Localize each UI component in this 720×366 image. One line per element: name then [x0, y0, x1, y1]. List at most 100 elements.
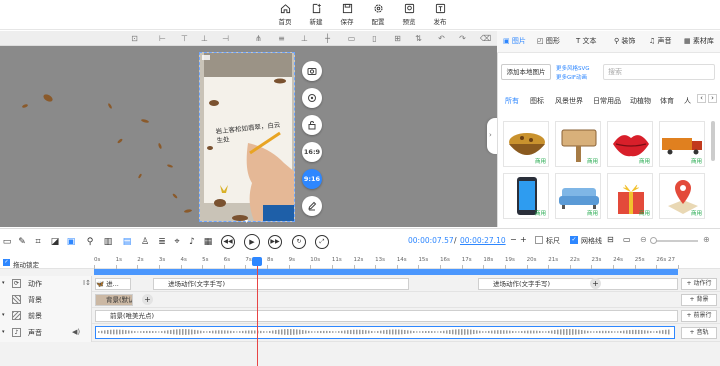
asset-thumb-signboard[interactable]: 商用 [555, 121, 601, 167]
redo-icon[interactable]: ↷ [458, 34, 467, 43]
align-icon[interactable]: ≣ [157, 237, 167, 247]
add-local-image-button[interactable]: 添加本地图片 [501, 64, 551, 80]
zoom-slider-track[interactable] [652, 240, 698, 242]
tab-shapes[interactable]: ◰ 图形 [537, 36, 560, 46]
tab-library[interactable]: ▦ 素材库 [684, 36, 714, 46]
text-voice-icon[interactable]: ⌖ [172, 237, 182, 247]
stage-resize-handle[interactable]: ▾ [245, 219, 251, 225]
playhead-handle[interactable] [252, 257, 262, 266]
zoom-in-icon[interactable]: ⊕ [703, 235, 710, 244]
zoom-out-icon[interactable]: ⊖ [640, 235, 647, 244]
add-background-button[interactable]: + 背景 [681, 294, 717, 306]
stage-frame[interactable]: 岩上客松如翡翠，白云生处 [199, 52, 295, 222]
prev-button[interactable]: ◀◀ [221, 235, 235, 249]
clip-foreground[interactable]: 前景(唯美光点) [95, 310, 678, 322]
tab-sound[interactable]: ♫ 声音 [649, 36, 672, 46]
align-top-icon[interactable]: ⊤ [180, 34, 189, 43]
save-button[interactable]: 保存 [334, 3, 360, 26]
lock-button[interactable] [302, 115, 322, 135]
panel-collapse-handle[interactable]: › [487, 118, 497, 154]
expand-icon[interactable]: ▾ [2, 329, 5, 335]
person-icon[interactable]: ♙ [140, 237, 150, 247]
frame-icon[interactable]: ▤ [122, 237, 132, 247]
drag-lock-checkbox[interactable]: ✓ [3, 259, 10, 266]
edit-button[interactable] [302, 196, 322, 216]
subtitle-icon[interactable]: ▦ [203, 237, 213, 247]
add-action-row-button[interactable]: + 动作行 [681, 278, 717, 290]
asset-thumb-gift[interactable]: 商用 [607, 173, 653, 219]
category-prev-button[interactable]: ‹ [697, 94, 706, 103]
edit-clip-icon[interactable]: ✎ [17, 237, 27, 247]
category-scenery[interactable]: 风景世界 [555, 96, 583, 106]
play-button[interactable]: ▶ [244, 234, 260, 250]
time-ruler[interactable]: 0s 1s 2s 3s 4s 5s 6s 7s 8s 9s 10s 11s 12s 13s 14s 15s 16… [94, 256, 679, 269]
more-gif-link[interactable]: 更多GIF动画 [556, 73, 587, 81]
add-clip-button[interactable]: + [142, 294, 153, 305]
preview-button[interactable]: 预览 [396, 3, 422, 26]
category-sports[interactable]: 体育 [660, 96, 674, 106]
clip-sound[interactable] [95, 326, 675, 339]
zoom-out-button[interactable]: − [510, 235, 517, 244]
category-animals-plants[interactable]: 动植物 [630, 96, 651, 106]
image-edit-icon[interactable]: ▥ [103, 237, 113, 247]
layers-active-icon[interactable]: ▣ [66, 237, 76, 247]
new-button[interactable]: 新建 [303, 3, 329, 26]
category-daily[interactable]: 日常用品 [593, 96, 621, 106]
config-button[interactable]: 配置 [365, 3, 391, 26]
total-time[interactable]: 00:00:27.10 [460, 236, 506, 245]
asset-thumb-sofa[interactable]: 商用 [555, 173, 601, 219]
align-bottom-icon[interactable]: ⊥ [300, 34, 309, 43]
lock-icon[interactable]: ⊡ [130, 34, 139, 43]
align-middle-icon[interactable]: ⊣ [221, 34, 230, 43]
microphone-icon[interactable]: ♪ [187, 237, 197, 247]
ratio-16-9-button[interactable]: 16:9 [302, 142, 322, 162]
asset-thumb-food-bowl[interactable]: 商用 [503, 121, 549, 167]
clip-action-3[interactable]: 进场动作(文字手写) [478, 278, 678, 290]
zoom-icon[interactable]: ⚲ [85, 237, 95, 247]
align-center-icon[interactable]: ⊥ [200, 34, 209, 43]
category-people[interactable]: 人 [684, 96, 691, 106]
distribute-v-icon[interactable]: ≡ [277, 34, 286, 43]
zoom-slider-handle[interactable] [650, 237, 657, 244]
ratio-9-16-button[interactable]: 9:16 [302, 169, 322, 189]
asset-thumb-truck[interactable]: 商用 [659, 121, 705, 167]
same-height-icon[interactable]: ▯ [370, 34, 379, 43]
fullscreen-button[interactable]: ⤢ [315, 235, 329, 249]
playhead-line[interactable] [257, 259, 258, 366]
same-size-icon[interactable]: ⊞ [393, 34, 402, 43]
volume-icon[interactable]: ◀) [72, 328, 80, 336]
layer-icon[interactable]: ◪ [50, 237, 60, 247]
next-button[interactable]: ▶▶ [268, 235, 282, 249]
category-all[interactable]: 所有 [505, 96, 519, 106]
screenshot-button[interactable] [302, 61, 322, 81]
undo-icon[interactable]: ↶ [437, 34, 446, 43]
ruler-checkbox[interactable] [535, 236, 543, 244]
flip-icon[interactable]: ⇅ [414, 34, 423, 43]
delete-icon[interactable]: ⌫ [480, 34, 491, 43]
snap-icon[interactable]: ⊟ [607, 235, 614, 244]
category-icons[interactable]: 图标 [530, 96, 544, 106]
category-next-button[interactable]: › [708, 94, 717, 103]
expand-icon[interactable]: ▾ [2, 312, 5, 318]
fit-icon[interactable]: ▭ [623, 235, 631, 244]
zoom-in-button[interactable]: + [520, 235, 527, 244]
add-clip-button[interactable]: + [590, 278, 601, 289]
asset-thumb-phone[interactable]: 商用 [503, 173, 549, 219]
loop-button[interactable]: ↻ [292, 235, 306, 249]
more-svg-link[interactable]: 更多风格SVG [556, 64, 590, 72]
add-audio-track-button[interactable]: + 音轨 [681, 327, 717, 339]
home-button[interactable]: 首页 [272, 3, 298, 26]
same-width-icon[interactable]: ▭ [347, 34, 356, 43]
crop-icon[interactable]: ⌗ [33, 237, 43, 247]
clip-action-1[interactable]: 🦋 进... [95, 278, 131, 290]
asset-thumb-lips[interactable]: 商用 [607, 121, 653, 167]
align-left-icon[interactable]: ⊢ [158, 34, 167, 43]
panel-scrollbar[interactable] [711, 121, 715, 161]
range-bar[interactable] [94, 269, 678, 275]
add-foreground-row-button[interactable]: + 前景行 [681, 310, 717, 322]
tab-images[interactable]: ▣ 图片 [503, 36, 526, 46]
distribute-h-icon[interactable]: ⋔ [254, 34, 263, 43]
align-vcenter-icon[interactable]: ┼ [323, 34, 332, 43]
expand-icon[interactable]: ▾ [2, 280, 5, 286]
rotate-button[interactable] [302, 88, 322, 108]
